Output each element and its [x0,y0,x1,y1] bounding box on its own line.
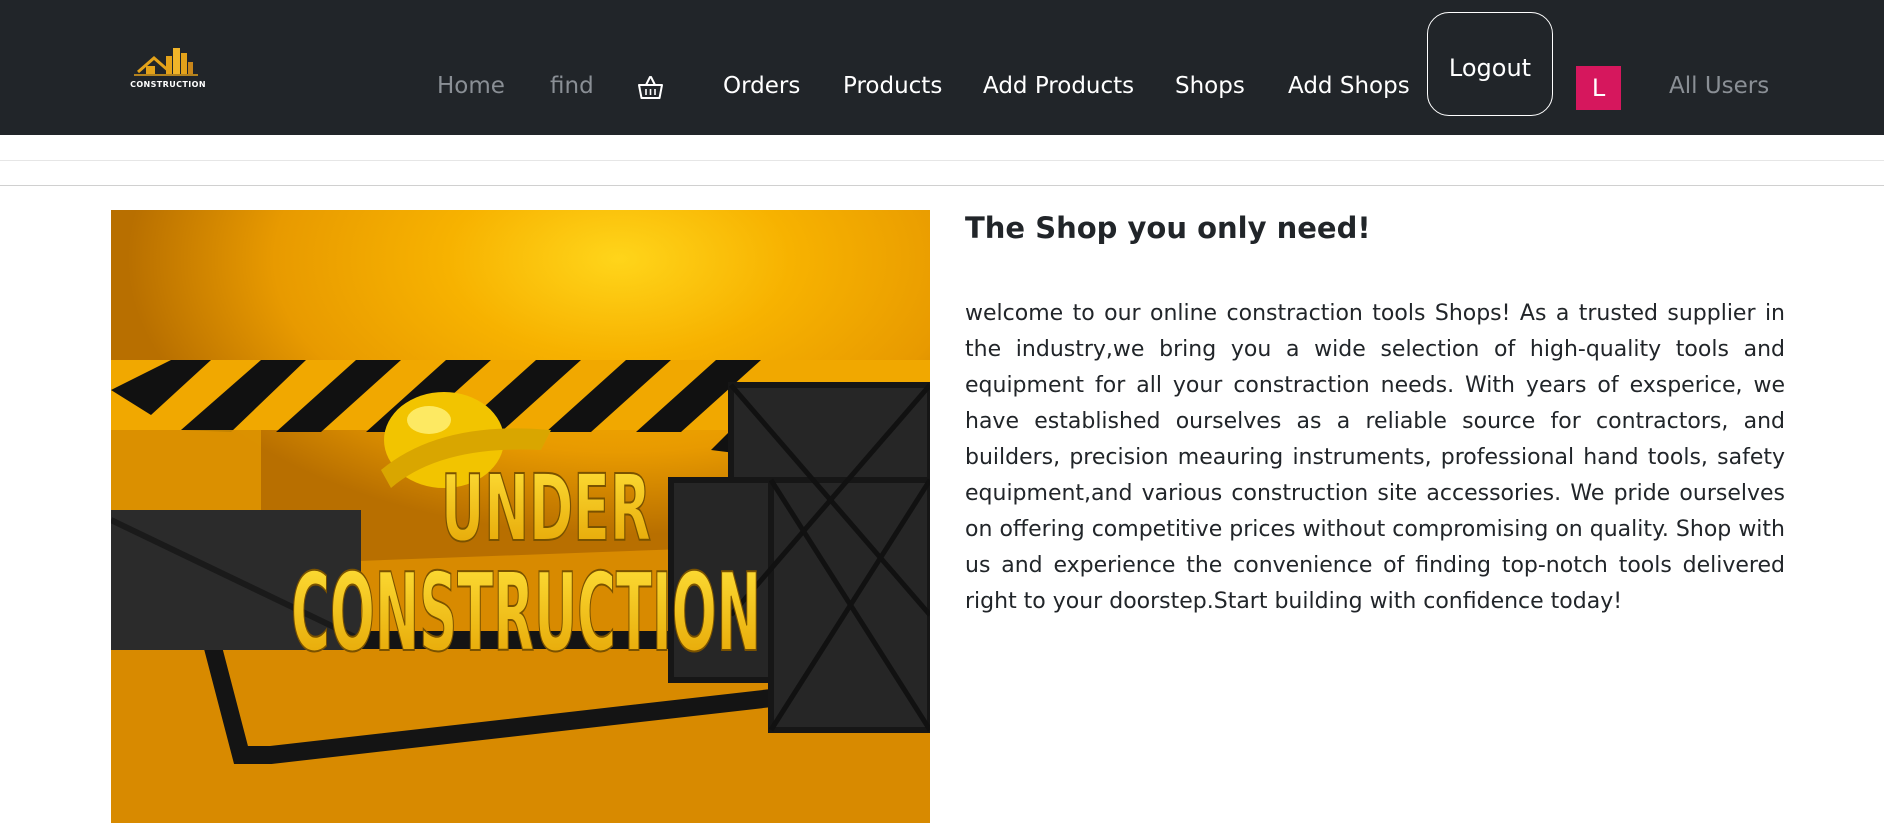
logo-text: CONSTRUCTION [130,80,206,89]
construction-logo-icon [134,48,198,76]
nav-all-users-link[interactable]: All Users [1669,70,1769,102]
basket-icon[interactable] [637,75,664,100]
image-text-construction: CONSTRUCTION [291,551,761,676]
divider [0,160,1884,161]
page-headline: The Shop you only need! [965,211,1371,245]
nav-find-link[interactable]: find [550,70,594,102]
nav-add-shops-link[interactable]: Add Shops [1288,70,1410,102]
nav-home-link[interactable]: Home [437,70,505,102]
brand-logo[interactable]: CONSTRUCTION [122,42,214,94]
image-text-under: UNDER [441,455,651,562]
user-avatar[interactable]: L [1576,66,1621,110]
nav-add-products-link[interactable]: Add Products [983,70,1134,102]
nav-orders-link[interactable]: Orders [723,70,800,102]
shop-description: welcome to our online constraction tools… [965,301,1785,614]
nav-shops-link[interactable]: Shops [1175,70,1245,102]
divider [0,185,1884,186]
logout-button[interactable]: Logout [1427,12,1553,116]
navbar: CONSTRUCTION Home find Orders Products A… [0,0,1884,135]
under-construction-image: UNDER CONSTRUCTION [111,210,930,823]
nav-products-link[interactable]: Products [843,70,942,102]
